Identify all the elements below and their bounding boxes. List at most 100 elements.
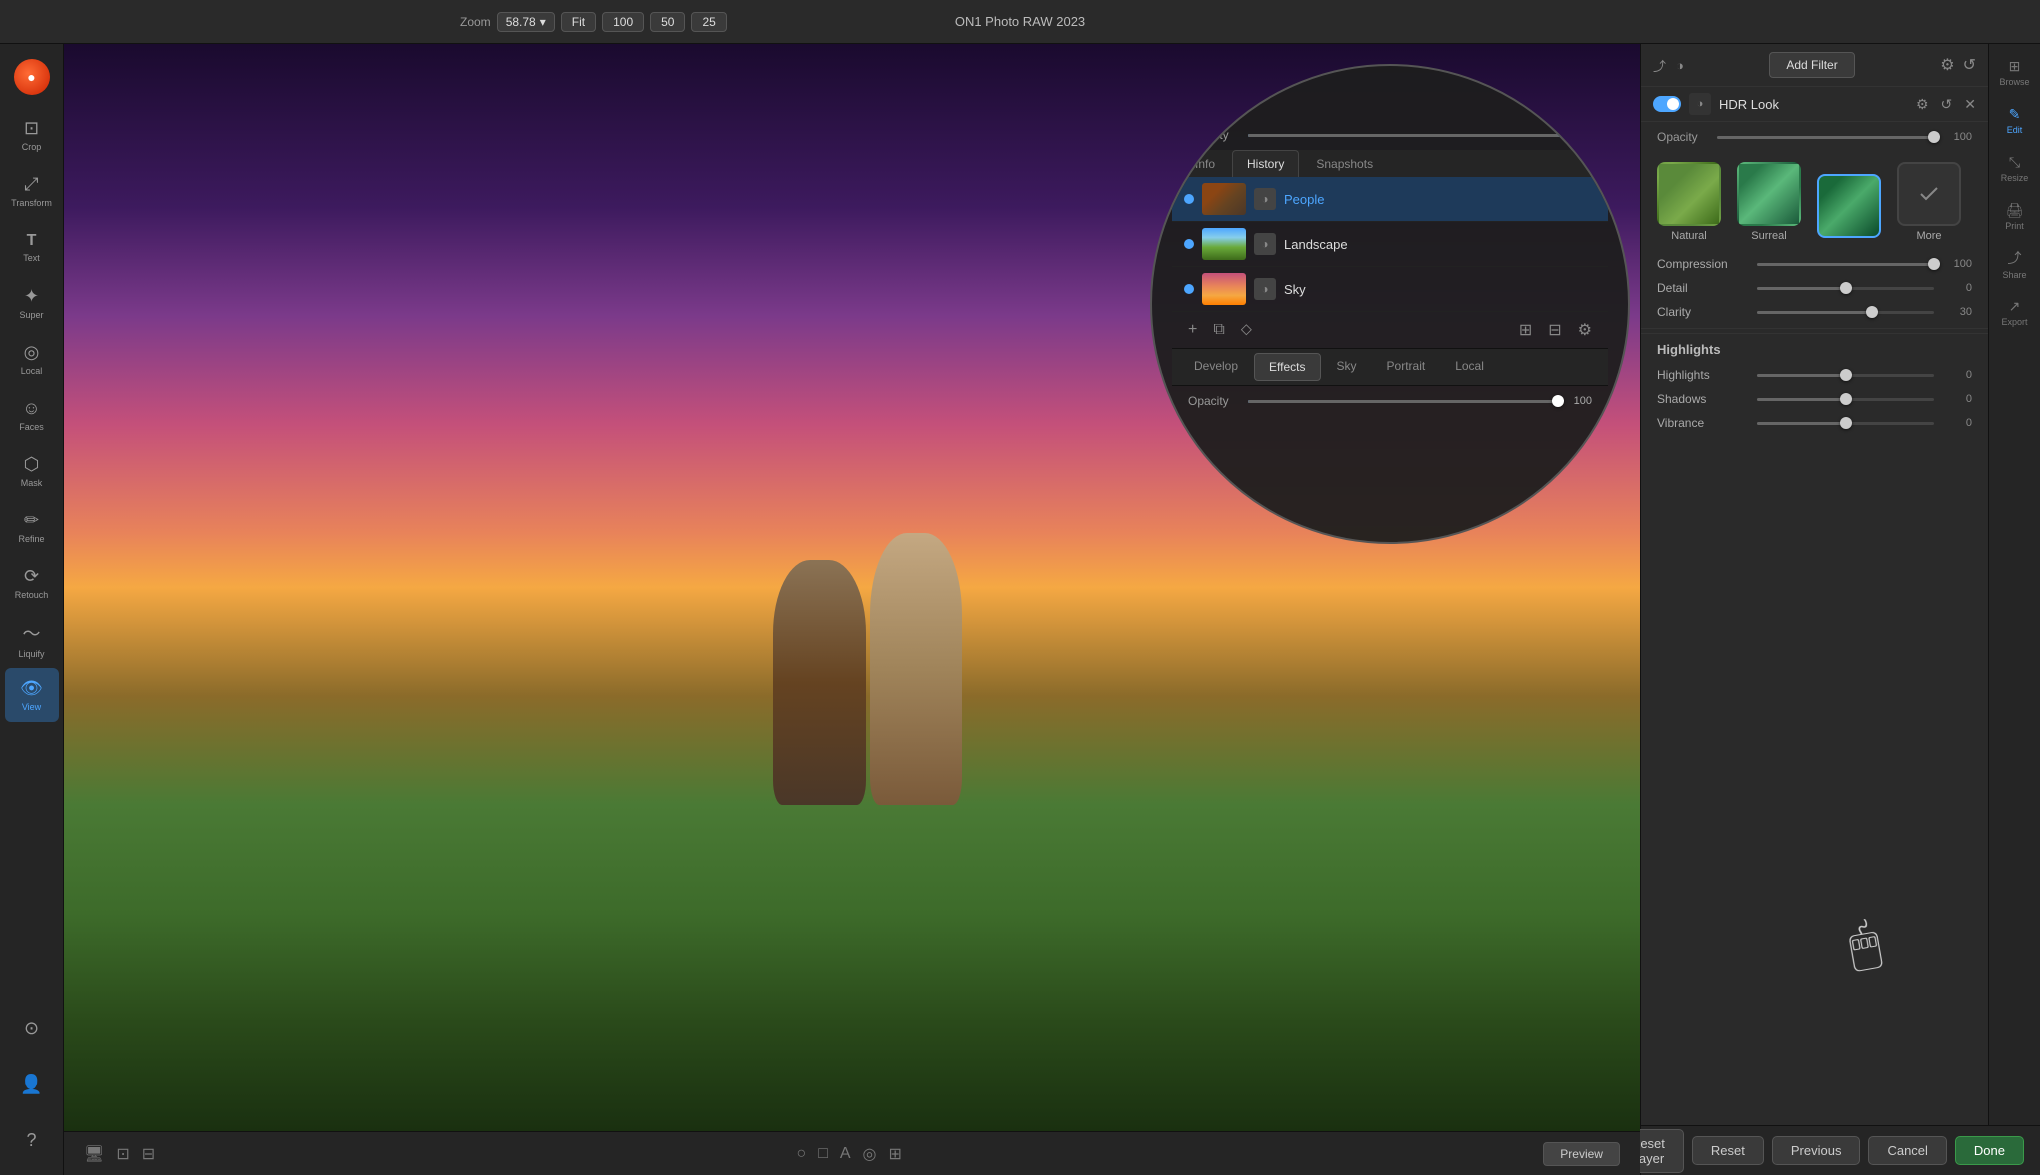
crop-icon: ⊡ [24, 118, 39, 139]
layer-thumb-sky [1202, 273, 1246, 305]
view-icon: 👁 [20, 678, 43, 699]
overlay-tab-local[interactable]: Local [1441, 353, 1498, 381]
detail-slider[interactable] [1757, 287, 1934, 290]
zoom-100-button[interactable]: 100 [602, 12, 644, 32]
overlay-tab-develop[interactable]: Develop [1180, 353, 1252, 381]
hdr-look-close[interactable]: ✕ [1964, 96, 1976, 113]
preset-natural-label: Natural [1671, 230, 1706, 242]
overlay-filter-opacity-value: 100 [1568, 395, 1592, 407]
mini-tool-browse[interactable]: ⊞ Browse [1995, 52, 2035, 92]
bottom-icons-left: 🖥 ⊡ ⊟ [84, 1144, 155, 1164]
layer-item-landscape[interactable]: ◑ Landscape [1172, 222, 1608, 267]
clarity-slider[interactable] [1757, 311, 1934, 314]
bottom-icon-layout2[interactable]: ⊟ [142, 1144, 155, 1164]
preview-button[interactable]: Preview [1543, 1142, 1620, 1166]
layer-mask-landscape: ◑ [1254, 233, 1276, 255]
highlights-section: Highlights [1641, 333, 1988, 357]
layer-item-sky[interactable]: ◑ Sky [1172, 267, 1608, 312]
tool-transform[interactable]: ⤢ Transform [5, 164, 59, 218]
overlay-opacity-slider[interactable] [1248, 134, 1592, 137]
compression-slider[interactable] [1757, 263, 1934, 266]
cancel-button[interactable]: Cancel [1868, 1136, 1946, 1165]
mini-tool-print[interactable]: 🖨 Print [1995, 196, 2035, 236]
layer-settings-button[interactable]: ⚙ [1578, 320, 1592, 340]
overlay-tab-history[interactable]: History [1232, 150, 1299, 177]
bottom-icon-rect[interactable]: □ [818, 1145, 828, 1163]
detail-value: 0 [1944, 282, 1972, 294]
reset-button[interactable]: Reset [1692, 1136, 1764, 1165]
layer-dot-sky [1184, 284, 1194, 294]
bottom-center: ○ □ A ◎ ⊞ [797, 1144, 902, 1164]
tool-logo[interactable]: ● [5, 52, 59, 106]
filter-mask-btn[interactable]: ◑ [1676, 58, 1684, 73]
overlay-tab-sky[interactable]: Sky [1323, 353, 1371, 381]
mini-tool-share[interactable]: ⤴ Share [1995, 244, 2035, 284]
previous-button[interactable]: Previous [1772, 1136, 1861, 1165]
print-label: Print [2005, 221, 2024, 231]
add-filter-row: ⤴ ◑ Add Filter ⚙ ↺ [1641, 44, 1988, 87]
layer-thumb-people [1202, 183, 1246, 215]
refine-label: Refine [18, 534, 44, 544]
app-logo-icon: ● [14, 59, 50, 95]
tool-help[interactable]: ? [5, 1113, 59, 1167]
compression-value: 100 [1944, 258, 1972, 270]
filter-undo-btn[interactable]: ↺ [1963, 55, 1976, 75]
zoom-50-button[interactable]: 50 [650, 12, 685, 32]
mini-tool-resize[interactable]: ⤡ Resize [1995, 148, 2035, 188]
zoom-fit-button[interactable]: Fit [561, 12, 596, 32]
preset-selected[interactable] [1817, 174, 1881, 242]
hdr-look-mask[interactable]: ◑ [1689, 93, 1711, 115]
done-button[interactable]: Done [1955, 1136, 2024, 1165]
tool-person[interactable]: 👤 [5, 1057, 59, 1111]
tool-mask[interactable]: ⬡ Mask [5, 444, 59, 498]
bottom-icon-circle[interactable]: ○ [797, 1145, 807, 1163]
tool-refine[interactable]: ✏ Refine [5, 500, 59, 554]
add-layer-button[interactable]: + [1188, 321, 1197, 339]
bottom-icon-monitor[interactable]: 🖥 [84, 1144, 104, 1164]
duplicate-layer-button[interactable]: ⧉ [1213, 321, 1224, 339]
preset-more[interactable]: More [1897, 162, 1961, 242]
hdr-opacity-slider[interactable] [1717, 136, 1934, 139]
layer-name-sky: Sky [1284, 282, 1596, 297]
preset-surreal[interactable]: Surreal [1737, 162, 1801, 242]
layer-item-people[interactable]: ◑ People [1172, 177, 1608, 222]
hdr-look-toggle[interactable] [1653, 96, 1681, 112]
bottom-icon-text2[interactable]: A [840, 1145, 851, 1163]
overlay-tab-portrait[interactable]: Portrait [1373, 353, 1440, 381]
tool-text[interactable]: T Text [5, 220, 59, 274]
bottom-icon-camera[interactable]: ◎ [863, 1144, 877, 1164]
bottom-icon-layout1[interactable]: ⊡ [116, 1144, 129, 1164]
overlay-tab-effects[interactable]: Effects [1254, 353, 1320, 381]
zoom-value-selector[interactable]: 58.78 ▾ [497, 12, 555, 32]
tool-liquify[interactable]: 〜 Liquify [5, 612, 59, 666]
layer-action5[interactable]: ⊟ [1548, 320, 1561, 340]
mini-tool-export[interactable]: ↗ Export [1995, 292, 2035, 332]
overlay-filter-opacity-slider[interactable] [1248, 400, 1558, 403]
preset-natural-thumb [1657, 162, 1721, 226]
mini-tool-edit[interactable]: ✎ Edit [1995, 100, 2035, 140]
tool-view[interactable]: 👁 View [5, 668, 59, 722]
vibrance-slider[interactable] [1757, 422, 1934, 425]
add-filter-button[interactable]: Add Filter [1769, 52, 1854, 78]
photo-canvas[interactable]: Layers Opacity Info History [64, 44, 1640, 1131]
hdr-look-settings[interactable]: ⚙ [1916, 96, 1929, 113]
tool-extra1[interactable]: ⊙ [5, 1001, 59, 1055]
tool-super[interactable]: ✦ Super [5, 276, 59, 330]
overlay-tab-snapshots[interactable]: Snapshots [1301, 150, 1388, 177]
layer-action4[interactable]: ⊞ [1519, 320, 1532, 340]
tool-retouch[interactable]: ⟳ Retouch [5, 556, 59, 610]
zoom-25-button[interactable]: 25 [691, 12, 726, 32]
hdr-look-undo[interactable]: ↺ [1941, 96, 1953, 113]
tool-crop[interactable]: ⊡ Crop [5, 108, 59, 162]
bottom-icon-grid[interactable]: ⊞ [889, 1144, 902, 1164]
portrait-icon: ⊙ [24, 1018, 39, 1039]
filter-settings-btn[interactable]: ⚙ [1940, 55, 1954, 75]
merge-layer-button[interactable]: ⬦ [1241, 321, 1252, 339]
tool-local[interactable]: ◎ Local [5, 332, 59, 386]
transform-label: Transform [11, 198, 52, 208]
preset-natural[interactable]: Natural [1657, 162, 1721, 242]
share-filter-icon[interactable]: ⤴ [1653, 56, 1666, 75]
tool-faces[interactable]: ☺ Faces [5, 388, 59, 442]
shadows-slider[interactable] [1757, 398, 1934, 401]
highlights-slider[interactable] [1757, 374, 1934, 377]
